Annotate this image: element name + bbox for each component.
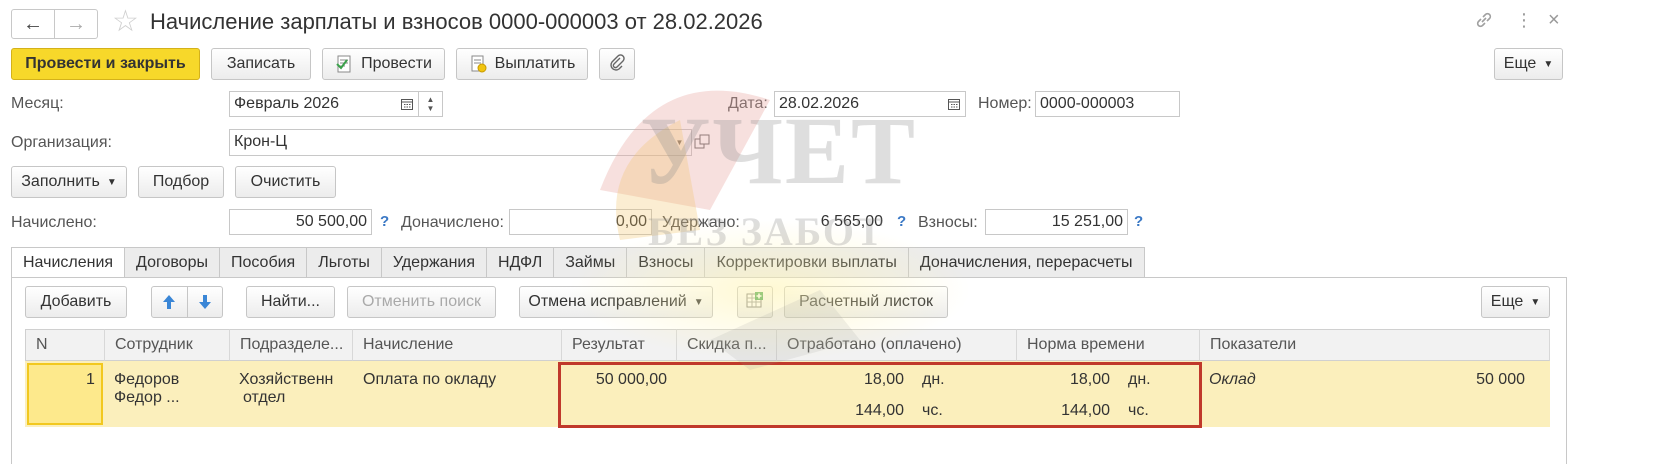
withheld-help-icon[interactable]: ? — [897, 213, 906, 230]
column-header-n[interactable]: N — [25, 329, 105, 361]
find-button[interactable]: Найти... — [246, 286, 335, 318]
organization-dropdown-icon[interactable]: ▼ — [668, 129, 692, 156]
stepper-up-icon[interactable]: ▲ — [427, 95, 435, 104]
paperclip-icon — [608, 53, 626, 76]
table-more-label: Еще — [1490, 293, 1524, 310]
table-settings-button[interactable] — [737, 286, 773, 318]
post-icon — [335, 55, 353, 73]
organization-label: Организация: — [11, 134, 112, 151]
column-header-department[interactable]: Подразделе... — [230, 329, 353, 361]
post-button[interactable]: Провести — [322, 48, 445, 80]
employee-name-line1: Федоров — [114, 371, 180, 388]
caret-down-icon: ▼ — [693, 296, 704, 308]
number-label: Номер: — [978, 95, 1032, 112]
forward-icon[interactable]: → — [54, 10, 97, 38]
column-header-indicators[interactable]: Показатели — [1200, 329, 1550, 361]
tab-deductions[interactable]: Удержания — [381, 247, 488, 278]
department-line2: отдел — [243, 389, 286, 406]
stepper-down-icon[interactable]: ▼ — [427, 104, 435, 113]
column-header-discount[interactable]: Скидка п... — [677, 329, 777, 361]
number-input[interactable]: 0000-000003 — [1035, 91, 1180, 117]
accrual-type: Оплата по окладу — [363, 371, 497, 388]
column-header-result[interactable]: Результат — [562, 329, 677, 361]
tab-benefits[interactable]: Пособия — [219, 247, 308, 278]
date-label: Дата: — [728, 95, 768, 112]
document-title: Начисление зарплаты и взносов 0000-00000… — [150, 9, 763, 34]
accrued-value: 50 500,00 — [229, 209, 372, 235]
column-header-norm[interactable]: Норма времени — [1017, 329, 1200, 361]
tab-income-tax[interactable]: НДФЛ — [487, 247, 555, 278]
indicator-value: 50 000 — [1476, 371, 1525, 388]
row-number: 1 — [86, 371, 95, 388]
tab-contributions[interactable]: Взносы — [627, 247, 706, 278]
withheld-label: Удержано: — [662, 214, 740, 231]
fill-button-label: Заполнить — [21, 173, 100, 190]
caret-down-icon: ▼ — [1543, 58, 1554, 70]
back-icon[interactable]: ← — [12, 10, 54, 38]
clear-button[interactable]: Очистить — [235, 166, 336, 198]
month-input[interactable]: Февраль 2026 — [229, 91, 396, 117]
highlight-frame — [558, 362, 1202, 428]
caret-down-icon: ▼ — [1530, 296, 1541, 308]
post-button-label: Провести — [361, 55, 432, 72]
month-stepper[interactable]: ▲ ▼ — [419, 91, 443, 117]
month-label: Месяц: — [11, 95, 64, 112]
contributions-value: 15 251,00 — [985, 209, 1128, 235]
fill-button[interactable]: Заполнить ▼ — [11, 166, 127, 198]
accrued-label: Начислено: — [11, 214, 97, 231]
more-button-label: Еще — [1503, 55, 1537, 72]
department-line1: Хозяйственн — [239, 371, 334, 388]
date-input[interactable]: 28.02.2026 — [774, 91, 943, 117]
pick-button[interactable]: Подбор — [138, 166, 224, 198]
employee-name-line2: Федор ... — [114, 389, 180, 406]
column-header-accrual[interactable]: Начисление — [353, 329, 562, 361]
tab-payment-adjustments[interactable]: Корректировки выплаты — [705, 247, 909, 278]
contributions-help-icon[interactable]: ? — [1134, 213, 1143, 230]
withheld-value: 6 565,00 — [820, 213, 883, 230]
additional-label: Доначислено: — [401, 214, 504, 231]
close-icon[interactable]: × — [1548, 9, 1560, 32]
pay-button-label: Выплатить — [494, 55, 576, 72]
document-tabs: Начисления Договоры Пособия Льготы Удерж… — [11, 247, 1145, 278]
contributions-label: Взносы: — [918, 214, 978, 231]
tab-contracts[interactable]: Договоры — [125, 247, 220, 278]
additional-value: 0,00 — [509, 209, 652, 235]
payslip-button[interactable]: Расчетный листок — [784, 286, 948, 318]
attachment-button[interactable] — [599, 48, 635, 80]
more-button[interactable]: Еще ▼ — [1494, 48, 1563, 80]
tab-privileges[interactable]: Льготы — [307, 247, 382, 278]
tab-recalculations[interactable]: Доначисления, перерасчеты — [908, 247, 1145, 278]
cancel-search-button[interactable]: Отменить поиск — [347, 286, 496, 318]
calendar-icon[interactable] — [395, 91, 419, 117]
indicator-name: Оклад — [1209, 371, 1256, 388]
post-and-close-button[interactable]: Провести и закрыть — [11, 48, 200, 80]
caret-down-icon: ▼ — [106, 176, 117, 188]
cancel-corrections-button[interactable]: Отмена исправлений ▼ — [519, 286, 713, 318]
move-up-icon[interactable] — [152, 287, 188, 317]
column-header-worked[interactable]: Отработано (оплачено) — [777, 329, 1017, 361]
navigation-buttons: ← → — [11, 9, 98, 39]
tab-loans[interactable]: Займы — [554, 247, 628, 278]
cancel-corrections-label: Отмена исправлений — [528, 293, 687, 310]
organization-input[interactable]: Крон-Ц — [229, 129, 669, 156]
add-row-button[interactable]: Добавить — [25, 286, 127, 318]
move-down-icon[interactable] — [188, 287, 223, 317]
save-button[interactable]: Записать — [211, 48, 311, 80]
date-calendar-icon[interactable] — [942, 91, 966, 117]
table-more-button[interactable]: Еще ▼ — [1481, 286, 1550, 318]
accrued-help-icon[interactable]: ? — [380, 213, 389, 230]
table-add-icon — [746, 291, 764, 314]
tab-accruals[interactable]: Начисления — [11, 247, 126, 278]
favorite-star-icon[interactable]: ☆ — [112, 7, 139, 37]
more-vertical-icon[interactable]: ⋮ — [1515, 10, 1533, 31]
link-icon[interactable] — [1474, 10, 1494, 35]
pay-button[interactable]: Выплатить — [456, 48, 588, 80]
open-organization-icon[interactable] — [694, 134, 710, 155]
pay-icon — [469, 55, 487, 73]
move-buttons — [151, 286, 223, 318]
column-header-employee[interactable]: Сотрудник — [105, 329, 230, 361]
